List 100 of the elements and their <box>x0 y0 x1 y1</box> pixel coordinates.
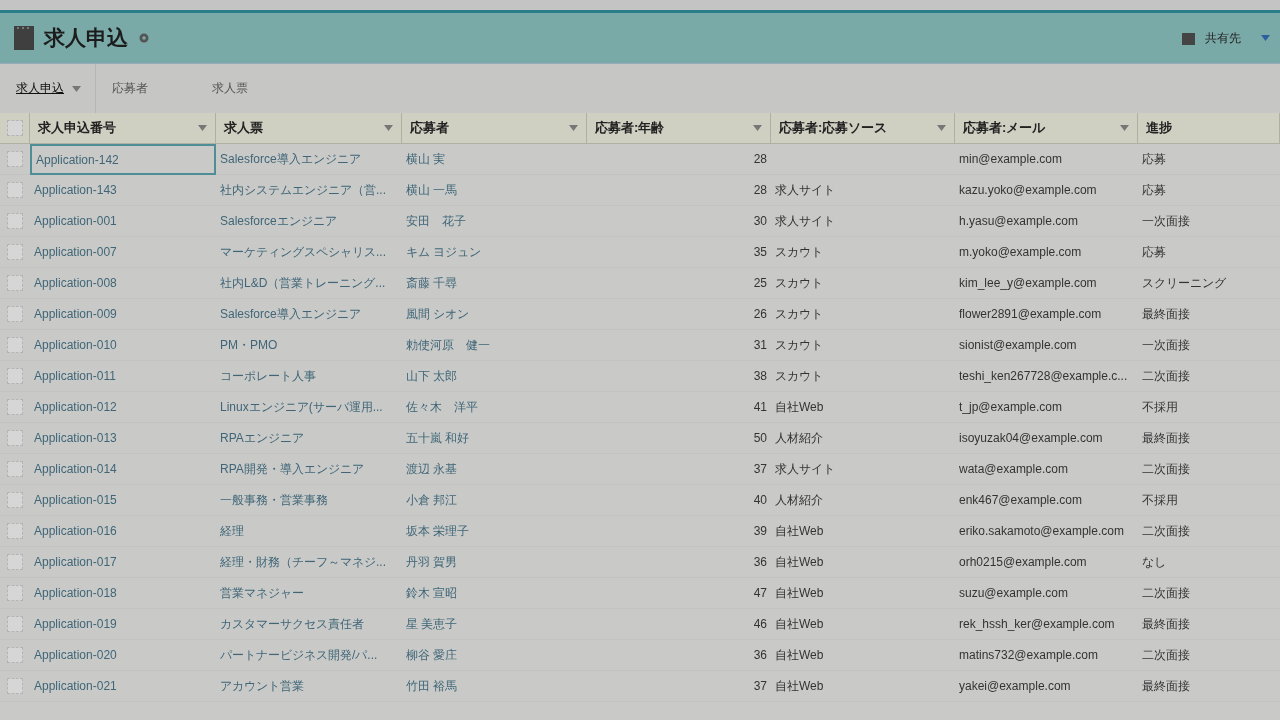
column-header[interactable]: 応募者:年齢 <box>587 113 771 144</box>
folder-icon <box>1182 31 1195 45</box>
checkbox[interactable] <box>7 368 23 384</box>
table-cell[interactable]: Application-018 <box>30 578 216 609</box>
table-cell[interactable]: Application-142 <box>30 144 216 175</box>
table-cell[interactable]: 横山 一馬 <box>402 175 587 206</box>
checkbox[interactable] <box>7 647 23 663</box>
tab[interactable]: 応募者 <box>96 64 196 113</box>
checkbox[interactable] <box>7 492 23 508</box>
checkbox[interactable] <box>7 585 23 601</box>
column-header[interactable]: 応募者:応募ソース <box>771 113 955 144</box>
table-cell[interactable]: 営業マネジャー <box>216 578 402 609</box>
gear-icon[interactable] <box>138 32 150 44</box>
table-cell[interactable]: 柳谷 愛庄 <box>402 640 587 671</box>
table-cell[interactable]: パートナービジネス開発/パ... <box>216 640 402 671</box>
caret-icon[interactable] <box>198 125 207 131</box>
column-header[interactable]: 求人票 <box>216 113 402 144</box>
caret-icon[interactable] <box>753 125 762 131</box>
checkbox[interactable] <box>7 275 23 291</box>
tab[interactable]: 求人票 <box>196 64 296 113</box>
table-cell[interactable]: 経理 <box>216 516 402 547</box>
table-cell[interactable]: Application-016 <box>30 516 216 547</box>
checkbox[interactable] <box>7 523 23 539</box>
table-cell[interactable]: 鈴木 宣昭 <box>402 578 587 609</box>
table-cell[interactable]: アカウント営業 <box>216 671 402 702</box>
table-cell: 自社Web <box>771 547 955 578</box>
table-cell[interactable]: RPA開発・導入エンジニア <box>216 454 402 485</box>
table-cell[interactable]: PM・PMO <box>216 330 402 361</box>
caret-icon[interactable] <box>569 125 578 131</box>
table-cell[interactable]: Application-015 <box>30 485 216 516</box>
table-cell[interactable]: Application-014 <box>30 454 216 485</box>
checkbox[interactable] <box>7 151 23 167</box>
table-cell[interactable]: Application-007 <box>30 237 216 268</box>
table-cell: wata@example.com <box>955 454 1138 485</box>
table-cell[interactable]: 五十嵐 和好 <box>402 423 587 454</box>
table-cell[interactable]: 安田 花子 <box>402 206 587 237</box>
table-cell[interactable]: Linuxエンジニア(サーバ運用... <box>216 392 402 423</box>
table-cell[interactable]: Salesforce導入エンジニア <box>216 299 402 330</box>
checkbox[interactable] <box>7 182 23 198</box>
table-cell[interactable]: 社内L&D（営業トレーニング... <box>216 268 402 299</box>
column-header[interactable]: 求人申込番号 <box>30 113 216 144</box>
checkbox[interactable] <box>7 337 23 353</box>
table-cell[interactable]: キム ヨジュン <box>402 237 587 268</box>
table-cell[interactable]: Application-143 <box>30 175 216 206</box>
table-cell[interactable]: Application-019 <box>30 609 216 640</box>
column-header[interactable]: 進捗 <box>1138 113 1280 144</box>
table-cell[interactable]: 一般事務・営業事務 <box>216 485 402 516</box>
table-cell[interactable]: カスタマーサクセス責任者 <box>216 609 402 640</box>
checkbox[interactable] <box>7 554 23 570</box>
caret-icon[interactable] <box>72 85 81 92</box>
table-cell[interactable]: Application-010 <box>30 330 216 361</box>
column-header[interactable]: 応募者 <box>402 113 587 144</box>
table-cell[interactable]: 斎藤 千尋 <box>402 268 587 299</box>
table-cell[interactable]: 渡辺 永基 <box>402 454 587 485</box>
checkbox[interactable] <box>7 461 23 477</box>
caret-icon[interactable] <box>384 125 393 131</box>
checkbox[interactable] <box>7 678 23 694</box>
checkbox[interactable] <box>6 120 23 136</box>
checkbox[interactable] <box>7 616 23 632</box>
table-cell: 不採用 <box>1138 485 1280 516</box>
caret-icon[interactable] <box>937 125 946 131</box>
checkbox[interactable] <box>7 306 23 322</box>
table-cell[interactable]: 風間 シオン <box>402 299 587 330</box>
table-cell[interactable]: 竹田 裕馬 <box>402 671 587 702</box>
table-cell[interactable]: 社内システムエンジニア（営... <box>216 175 402 206</box>
table-cell[interactable]: コーポレート人事 <box>216 361 402 392</box>
table-cell: isoyuzak04@example.com <box>955 423 1138 454</box>
share-label[interactable]: 共有先 <box>1205 29 1241 47</box>
table-cell[interactable]: Application-001 <box>30 206 216 237</box>
table-cell[interactable]: Application-020 <box>30 640 216 671</box>
checkbox[interactable] <box>7 244 23 260</box>
table-cell: orh0215@example.com <box>955 547 1138 578</box>
table-cell[interactable]: 佐々木 洋平 <box>402 392 587 423</box>
table-cell[interactable]: Application-017 <box>30 547 216 578</box>
table-cell[interactable]: Salesforceエンジニア <box>216 206 402 237</box>
checkbox[interactable] <box>7 430 23 446</box>
table-cell: 一次面接 <box>1138 206 1280 237</box>
table-cell[interactable]: 山下 太郎 <box>402 361 587 392</box>
table-cell[interactable]: Application-008 <box>30 268 216 299</box>
table-cell: 自社Web <box>771 640 955 671</box>
table-cell[interactable]: 経理・財務（チーフ～マネジ... <box>216 547 402 578</box>
table-cell[interactable]: 坂本 栄理子 <box>402 516 587 547</box>
caret-icon[interactable] <box>1261 35 1270 41</box>
table-cell[interactable]: 横山 実 <box>402 144 587 175</box>
caret-icon[interactable] <box>1120 125 1129 131</box>
checkbox[interactable] <box>7 399 23 415</box>
column-header[interactable]: 応募者:メール <box>955 113 1138 144</box>
table-cell[interactable]: Application-011 <box>30 361 216 392</box>
checkbox[interactable] <box>7 213 23 229</box>
table-cell[interactable]: 星 美恵子 <box>402 609 587 640</box>
table-cell[interactable]: Application-021 <box>30 671 216 702</box>
table-cell[interactable]: 丹羽 賀男 <box>402 547 587 578</box>
table-cell[interactable]: 小倉 邦江 <box>402 485 587 516</box>
table-cell[interactable]: 勅使河原 健一 <box>402 330 587 361</box>
table-cell[interactable]: Salesforce導入エンジニア <box>216 144 402 175</box>
table-cell[interactable]: マーケティングスペシャリス... <box>216 237 402 268</box>
table-cell[interactable]: Application-009 <box>30 299 216 330</box>
table-cell[interactable]: Application-013 <box>30 423 216 454</box>
table-cell[interactable]: Application-012 <box>30 392 216 423</box>
table-cell[interactable]: RPAエンジニア <box>216 423 402 454</box>
